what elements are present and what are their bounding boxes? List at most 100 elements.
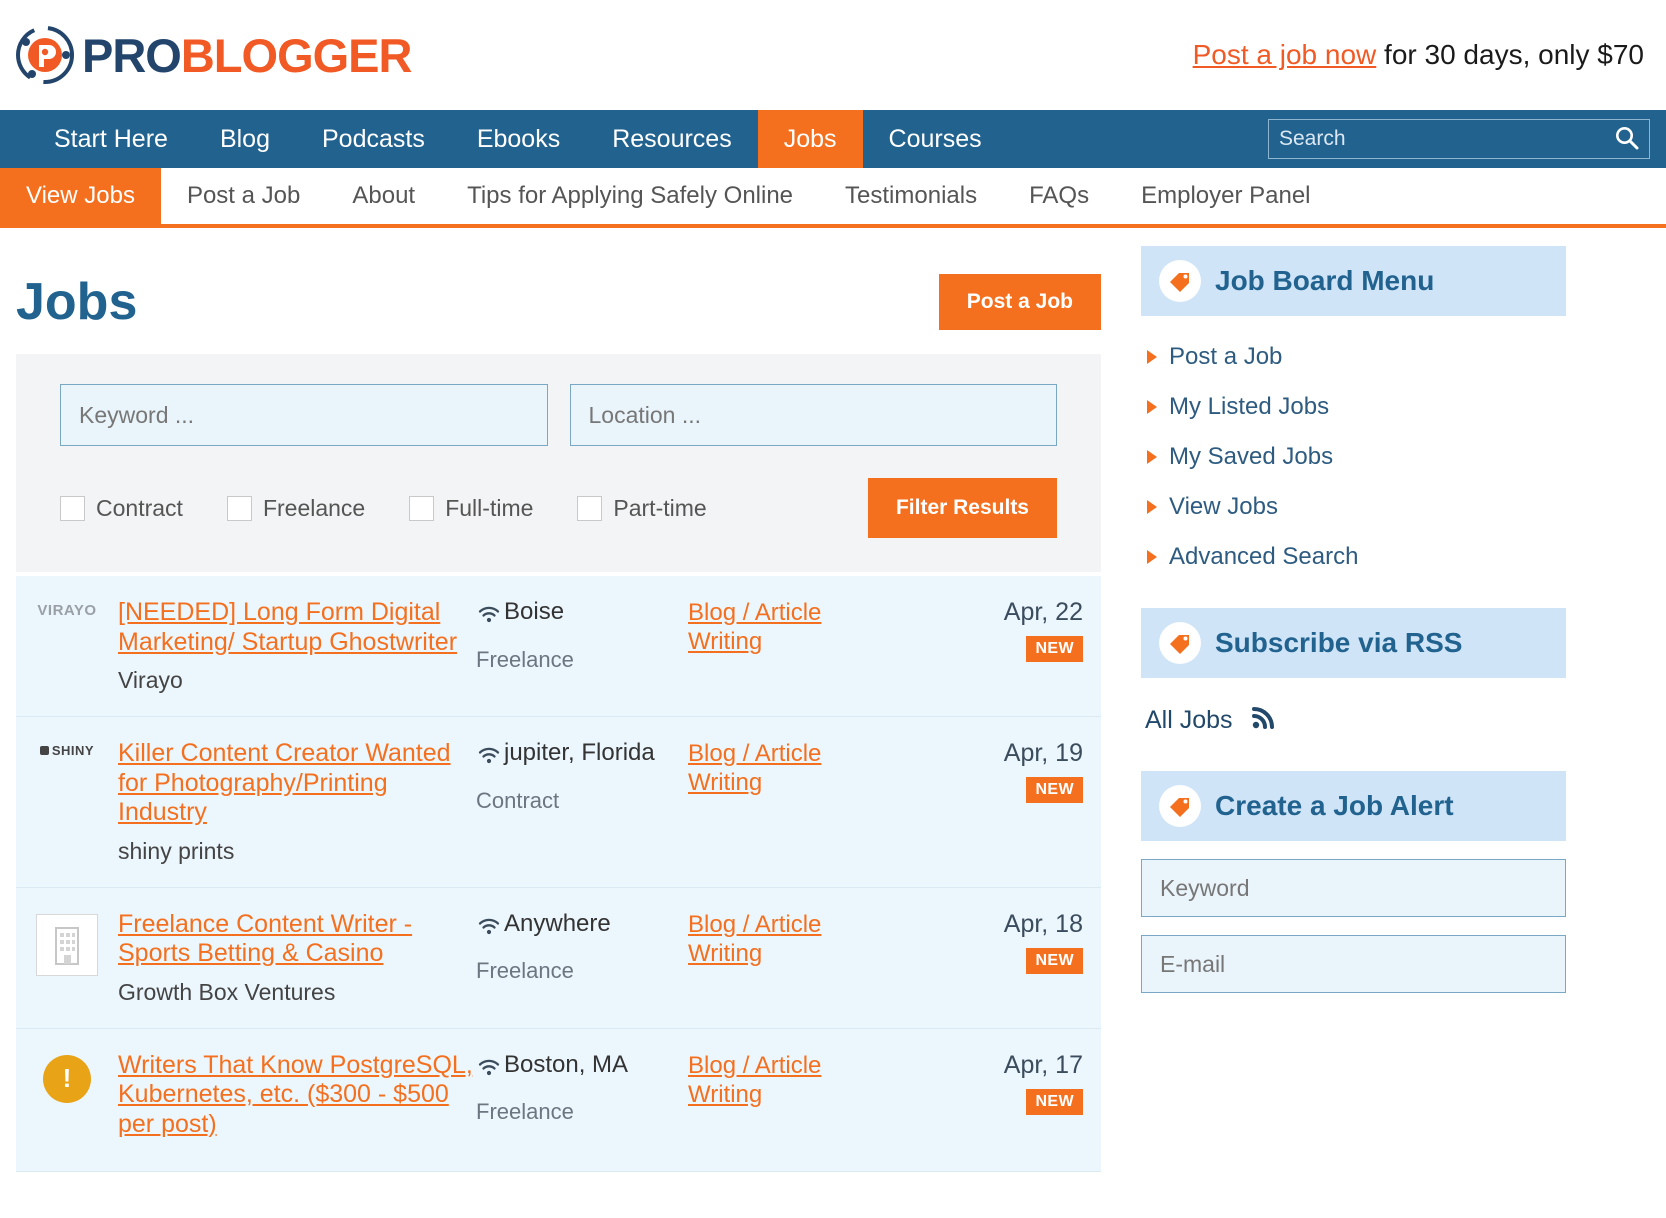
job-list-item[interactable]: Freelance Content Writer - Sports Bettin…: [16, 887, 1101, 1029]
filter-results-button[interactable]: Filter Results: [867, 478, 1057, 538]
subnav-item-faqs[interactable]: FAQs: [1003, 168, 1115, 224]
checkbox-box-contract[interactable]: [60, 495, 85, 521]
sidebar-item-my-saved-jobs[interactable]: My Saved Jobs: [1147, 432, 1564, 482]
sidebar-item-my-listed-jobs[interactable]: My Listed Jobs: [1147, 382, 1564, 432]
alert-keyword-input[interactable]: [1141, 859, 1566, 917]
sub-navigation-wrapper: View Jobs Post a Job About Tips for Appl…: [0, 168, 1666, 228]
job-list-item[interactable]: SHINY Killer Content Creator Wanted for …: [16, 717, 1101, 888]
checkbox-part-time[interactable]: Part-time: [577, 494, 707, 522]
sidebar: Job Board Menu Post a Job My Listed Jobs…: [1141, 228, 1566, 1172]
nav-item-blog[interactable]: Blog: [194, 110, 296, 168]
job-category-cell: Blog / Article Writing: [688, 598, 888, 657]
subnav-item-post-a-job[interactable]: Post a Job: [161, 168, 326, 224]
nav-item-courses[interactable]: Courses: [863, 110, 1008, 168]
site-logo[interactable]: PROBLOGGER: [14, 24, 412, 86]
rss-all-jobs-row[interactable]: All Jobs: [1141, 678, 1566, 755]
subnav-item-tips[interactable]: Tips for Applying Safely Online: [441, 168, 819, 224]
shiny-prints-logo-icon: SHINY: [39, 743, 94, 758]
checkbox-label-full-time: Full-time: [445, 494, 534, 521]
job-list-item[interactable]: VIRAYO [NEEDED] Long Form Digital Market…: [16, 576, 1101, 717]
job-category-link[interactable]: Blog / Article Writing: [688, 1051, 888, 1110]
job-list-item[interactable]: ! Writers That Know PostgreSQL, Kubernet…: [16, 1028, 1101, 1172]
sidebar-item-view-jobs[interactable]: View Jobs: [1147, 482, 1564, 532]
job-primary: Writers That Know PostgreSQL, Kubernetes…: [104, 1051, 476, 1150]
job-category-link[interactable]: Blog / Article Writing: [688, 598, 888, 657]
keyword-input[interactable]: [60, 384, 548, 446]
post-a-job-button[interactable]: Post a Job: [938, 274, 1101, 330]
status-badge: NEW: [1026, 1088, 1083, 1115]
wifi-icon: [476, 739, 502, 776]
nav-item-jobs[interactable]: Jobs: [757, 110, 863, 168]
chevron-right-icon: [1147, 350, 1157, 364]
company-logo: !: [30, 1051, 104, 1103]
checkbox-full-time[interactable]: Full-time: [409, 495, 533, 522]
alert-email-input[interactable]: [1141, 935, 1566, 993]
job-date-cell: Apr, 22 NEW: [965, 598, 1083, 662]
job-date-cell: Apr, 17 NEW: [965, 1051, 1083, 1115]
problogger-mark-icon: [14, 24, 76, 86]
job-type: Freelance: [476, 1099, 574, 1125]
job-date-cell: Apr, 19 NEW: [965, 739, 1083, 803]
checkbox-box-part-time[interactable]: [577, 495, 603, 521]
subscribe-rss-header: Subscribe via RSS: [1141, 608, 1566, 678]
site-header: PROBLOGGER Post a job now for 30 days, o…: [0, 0, 1666, 110]
company-logo: SHINY: [30, 739, 104, 758]
nav-item-start-here[interactable]: Start Here: [28, 110, 194, 168]
sidebar-item-post-a-job[interactable]: Post a Job: [1147, 332, 1564, 382]
job-location-cell: Boston, MA Freelance: [476, 1051, 688, 1126]
job-title-link[interactable]: [NEEDED] Long Form Digital Marketing/ St…: [118, 598, 476, 657]
search-button[interactable]: [1605, 120, 1649, 158]
wifi-icon: [476, 910, 502, 947]
subnav-item-testimonials[interactable]: Testimonials: [819, 168, 1003, 224]
sidebar-item-advanced-search[interactable]: Advanced Search: [1147, 532, 1564, 582]
create-job-alert-header: Create a Job Alert: [1141, 771, 1566, 841]
job-category-cell: Blog / Article Writing: [688, 910, 888, 969]
nav-item-resources[interactable]: Resources: [586, 110, 758, 168]
job-category-link[interactable]: Blog / Article Writing: [688, 910, 888, 969]
wifi-icon: [476, 1051, 502, 1088]
sidebar-link-view-jobs[interactable]: View Jobs: [1169, 493, 1278, 521]
checkbox-label-part-time: Part-time: [613, 494, 707, 521]
job-title-link[interactable]: Killer Content Creator Wanted for Photog…: [118, 739, 476, 828]
job-location-cell: jupiter, Florida Contract: [476, 739, 688, 814]
sidebar-link-my-saved-jobs[interactable]: My Saved Jobs: [1169, 443, 1333, 471]
location-input[interactable]: [569, 384, 1057, 446]
subnav-item-view-jobs[interactable]: View Jobs: [0, 168, 161, 224]
tag-icon: [1159, 622, 1201, 664]
chevron-right-icon: [1147, 500, 1157, 514]
filter-checkbox-row: Contract Freelance Full-time Part-time F…: [60, 478, 1057, 538]
checkbox-contract[interactable]: Contract: [60, 495, 183, 522]
search-input[interactable]: [1269, 120, 1605, 158]
job-type: Freelance: [476, 646, 574, 672]
job-board-menu-title: Job Board Menu: [1215, 265, 1435, 296]
nav-item-ebooks[interactable]: Ebooks: [451, 110, 586, 168]
page-body: Jobs Post a Job Contract Freelance F: [0, 228, 1666, 1172]
tag-icon: [1159, 785, 1201, 827]
nav-item-podcasts[interactable]: Podcasts: [296, 110, 451, 168]
subnav-item-employer-panel[interactable]: Employer Panel: [1115, 168, 1336, 224]
job-title-link[interactable]: Freelance Content Writer - Sports Bettin…: [118, 910, 476, 969]
job-list: VIRAYO [NEEDED] Long Form Digital Market…: [16, 576, 1101, 1172]
rss-feed-icon[interactable]: [1249, 704, 1277, 737]
job-category-link[interactable]: Blog / Article Writing: [688, 739, 888, 798]
company-logo: [30, 910, 104, 976]
job-board-menu-list: Post a Job My Listed Jobs My Saved Jobs …: [1141, 316, 1566, 592]
rss-all-jobs-label: All Jobs: [1145, 706, 1233, 734]
subnav-item-about[interactable]: About: [326, 168, 441, 224]
job-board-menu-header: Job Board Menu: [1141, 246, 1566, 316]
job-primary: Freelance Content Writer - Sports Bettin…: [104, 910, 476, 1006]
status-badge: NEW: [1026, 947, 1083, 974]
job-date: Apr, 18: [1003, 909, 1083, 938]
page-title: Jobs: [16, 273, 138, 331]
checkbox-freelance[interactable]: Freelance: [226, 495, 365, 522]
job-title-link[interactable]: Writers That Know PostgreSQL, Kubernetes…: [118, 1051, 476, 1140]
sidebar-link-post-a-job[interactable]: Post a Job: [1169, 343, 1282, 371]
checkbox-box-full-time[interactable]: [409, 495, 435, 521]
filter-inputs-row: [60, 384, 1057, 446]
sidebar-link-advanced-search[interactable]: Advanced Search: [1169, 543, 1358, 571]
sidebar-link-my-listed-jobs[interactable]: My Listed Jobs: [1169, 393, 1329, 421]
search-icon: [1614, 125, 1640, 154]
post-a-job-now-link[interactable]: Post a job now: [1193, 39, 1377, 70]
checkbox-box-freelance[interactable]: [226, 495, 252, 521]
job-company: shiny prints: [118, 837, 235, 864]
